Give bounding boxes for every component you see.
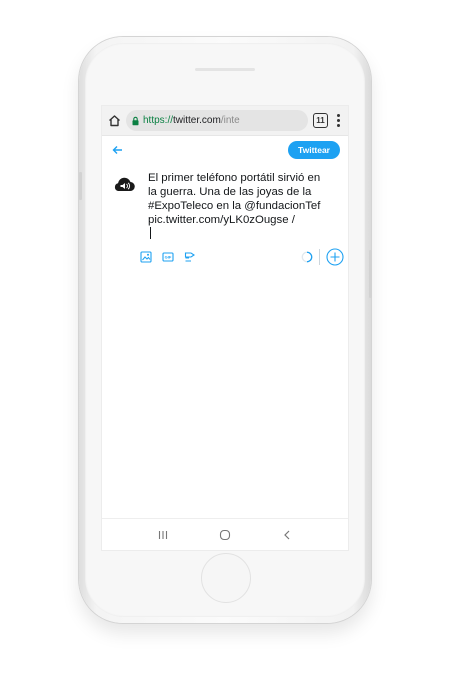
lock-icon (132, 116, 139, 126)
tweet-line: pic.twitter.com/yLK0zOugse / (148, 214, 295, 226)
image-icon[interactable] (140, 251, 152, 263)
system-navigation-bar (102, 518, 348, 550)
home-circle-icon[interactable] (215, 525, 235, 545)
tweet-line-last: pic.twitter.com/yLK0zOugse / (148, 213, 342, 239)
add-tweet-icon[interactable] (326, 248, 344, 266)
phone-side-button (369, 250, 372, 298)
home-icon[interactable] (107, 114, 121, 128)
tweet-line: #ExpoTeleco en la @fundacionTef (148, 200, 321, 212)
back-arrow-icon[interactable] (112, 143, 123, 157)
back-chevron-icon[interactable] (277, 525, 297, 545)
tab-switcher-button[interactable]: 11 (313, 113, 328, 128)
recent-apps-icon[interactable] (153, 525, 173, 545)
tweet-button[interactable]: Twittear (288, 141, 340, 159)
compose-toolbar: GIF (102, 239, 348, 266)
compose-area: El primer teléfono portátil sirvió en la… (102, 164, 348, 239)
tweet-line: El primer teléfono portátil sirvió en (148, 172, 321, 184)
phone-screen: https://twitter.com/inte 11 Twittear El … (101, 105, 349, 551)
url-host: twitter.com (173, 115, 221, 126)
more-vert-icon[interactable] (333, 114, 343, 127)
toolbar-divider (319, 249, 320, 265)
poll-icon[interactable] (184, 251, 196, 263)
address-bar[interactable]: https://twitter.com/inte (126, 110, 308, 131)
phone-volume-button (79, 172, 82, 200)
phone-home-button[interactable] (201, 553, 251, 603)
earpiece-speaker (195, 68, 255, 71)
tweet-textarea[interactable]: El primer teléfono portátil sirvió en la… (148, 171, 342, 239)
compose-header: Twittear (102, 136, 348, 164)
url-text: https://twitter.com/inte (143, 115, 240, 126)
browser-toolbar: https://twitter.com/inte 11 (102, 106, 348, 136)
avatar (112, 172, 136, 196)
gif-icon[interactable]: GIF (162, 251, 174, 263)
tweet-line: la guerra. Una de las joyas de la (148, 186, 312, 198)
progress-ring-icon (301, 251, 313, 263)
url-path: /inte (220, 115, 240, 126)
text-caret (150, 227, 151, 239)
svg-text:GIF: GIF (165, 255, 172, 260)
url-scheme: https:// (143, 115, 174, 126)
